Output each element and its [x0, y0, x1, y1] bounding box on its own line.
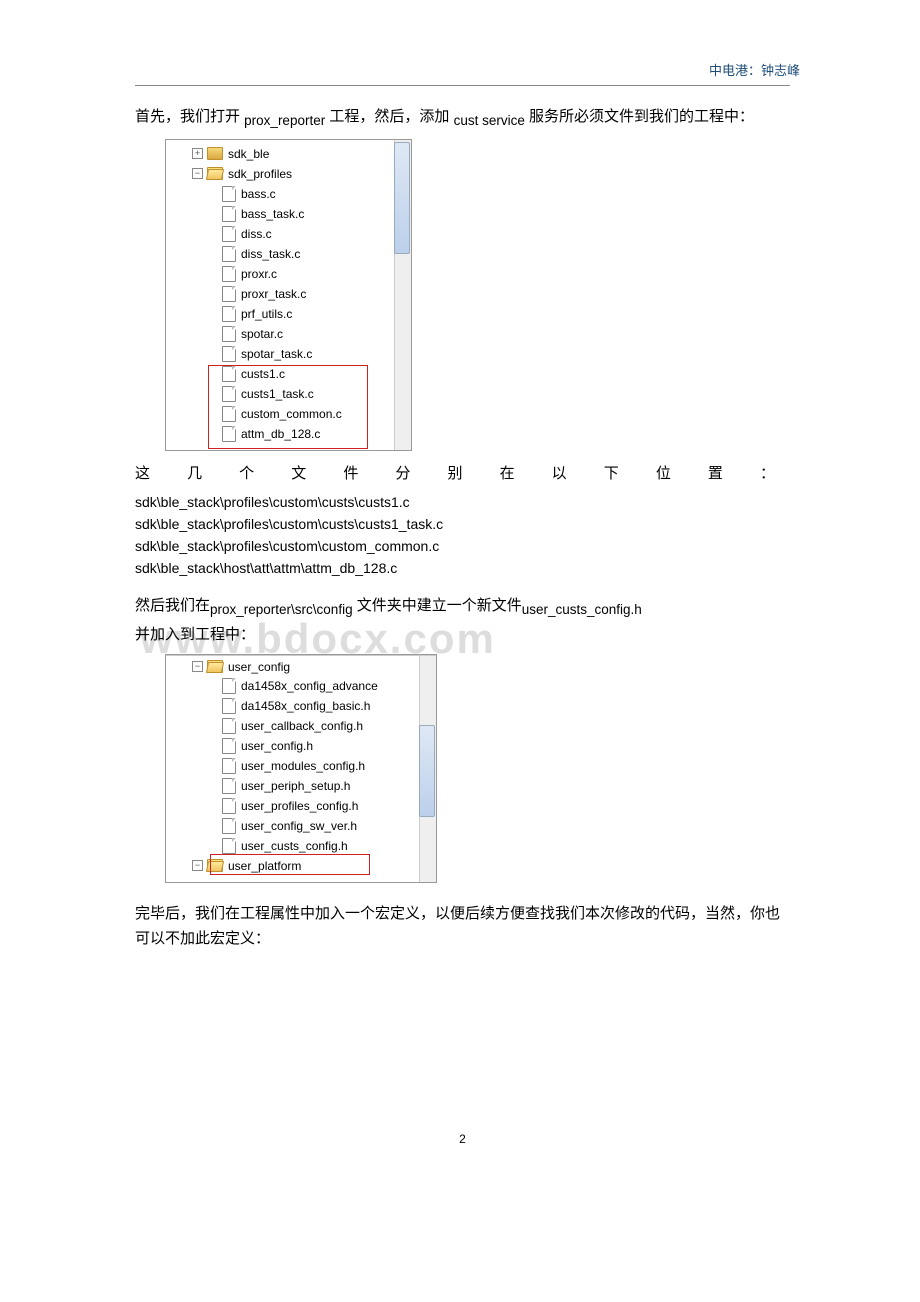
folder-open-icon	[207, 660, 223, 673]
tree-file[interactable]: bass_task.c	[166, 204, 411, 224]
tree-file[interactable]: user_periph_setup.h	[166, 776, 436, 796]
file-icon	[222, 838, 236, 854]
tree-label: da1458x_config_basic.h	[241, 699, 370, 713]
text: 工程，然后，添加	[325, 108, 453, 125]
tree-label: spotar.c	[241, 327, 283, 341]
tree-label: user_modules_config.h	[241, 759, 365, 773]
collapse-icon[interactable]: −	[192, 661, 203, 672]
tree-label: user_callback_config.h	[241, 719, 363, 733]
file-icon	[222, 266, 236, 282]
file-icon	[222, 718, 236, 734]
tree-label: da1458x_config_advance	[241, 679, 378, 693]
file-icon	[222, 818, 236, 834]
file-icon	[222, 306, 236, 322]
file-icon	[222, 286, 236, 302]
file-paths: sdk\ble_stack\profiles\custom\custs\cust…	[135, 492, 790, 579]
tree-label: sdk_profiles	[228, 167, 292, 181]
tree-label: bass_task.c	[241, 207, 304, 221]
tree-label: user_config	[228, 660, 290, 674]
path-line: sdk\ble_stack\profiles\custom\custs\cust…	[135, 492, 790, 514]
tree-label: prf_utils.c	[241, 307, 292, 321]
expand-icon[interactable]: +	[192, 148, 203, 159]
file-icon	[222, 246, 236, 262]
folder-open-icon	[207, 167, 223, 180]
tree-label: bass.c	[241, 187, 276, 201]
tree-label: diss_task.c	[241, 247, 300, 261]
tree-file[interactable]: user_config_sw_ver.h	[166, 816, 436, 836]
file-icon	[222, 798, 236, 814]
highlight-box	[208, 365, 368, 449]
tree-label: sdk_ble	[228, 147, 269, 161]
text: user_custs_config.h	[522, 602, 642, 617]
file-icon	[222, 698, 236, 714]
tree-file[interactable]: proxr_task.c	[166, 284, 411, 304]
tree-folder-sdk-ble[interactable]: + sdk_ble	[166, 144, 411, 164]
highlight-box	[210, 854, 370, 875]
tree-file[interactable]: user_config.h	[166, 736, 436, 756]
tree-file[interactable]: da1458x_config_advance	[166, 676, 436, 696]
tree-label: user_custs_config.h	[241, 839, 348, 853]
page-number: 2	[135, 1132, 790, 1146]
tree-label: user_config.h	[241, 739, 313, 753]
tree-label: diss.c	[241, 227, 272, 241]
file-icon	[222, 778, 236, 794]
text: cust service	[454, 113, 525, 128]
text: 首先，我们打开	[135, 108, 244, 125]
collapse-icon[interactable]: −	[192, 860, 203, 871]
header-rule	[135, 85, 790, 86]
paragraph-1: 首先，我们打开 prox_reporter 工程，然后，添加 cust serv…	[135, 104, 790, 133]
file-icon	[222, 738, 236, 754]
tree-file[interactable]: user_callback_config.h	[166, 716, 436, 736]
tree-label: user_periph_setup.h	[241, 779, 350, 793]
tree-label: proxr_task.c	[241, 287, 306, 301]
tree-file[interactable]: bass.c	[166, 184, 411, 204]
file-icon	[222, 758, 236, 774]
path-line: sdk\ble_stack\profiles\custom\custom_com…	[135, 536, 790, 558]
text: 然后我们在	[135, 597, 210, 614]
text: prox_reporter\src\config	[210, 602, 353, 617]
text: prox_reporter	[244, 113, 325, 128]
tree-label: user_profiles_config.h	[241, 799, 358, 813]
file-icon	[222, 206, 236, 222]
folder-icon	[207, 147, 223, 160]
tree-file[interactable]: spotar_task.c	[166, 344, 411, 364]
tree-file[interactable]: da1458x_config_basic.h	[166, 696, 436, 716]
tree-label: user_config_sw_ver.h	[241, 819, 357, 833]
tree-folder-user-config[interactable]: − user_config	[166, 655, 436, 676]
tree-file[interactable]: spotar.c	[166, 324, 411, 344]
tree-label: proxr.c	[241, 267, 277, 281]
collapse-icon[interactable]: −	[192, 168, 203, 179]
tree-file[interactable]: diss_task.c	[166, 244, 411, 264]
tree-file[interactable]: user_custs_config.h	[166, 836, 436, 856]
tree-file[interactable]: diss.c	[166, 224, 411, 244]
tree-file[interactable]: user_modules_config.h	[166, 756, 436, 776]
text: 并加入到工程中：	[135, 626, 255, 643]
text: 服务所必须文件到我们的工程中：	[525, 108, 754, 125]
paragraph-3: 然后我们在prox_reporter\src\config 文件夹中建立一个新文…	[135, 593, 790, 647]
paragraph-4: 完毕后，我们在工程属性中加入一个宏定义，以便后续方便查找我们本次修改的代码，当然…	[135, 901, 790, 952]
tree-file[interactable]: user_profiles_config.h	[166, 796, 436, 816]
tree-label: spotar_task.c	[241, 347, 312, 361]
tree-folder-sdk-profiles[interactable]: − sdk_profiles	[166, 164, 411, 184]
tree-file[interactable]: prf_utils.c	[166, 304, 411, 324]
file-icon	[222, 186, 236, 202]
file-icon	[222, 226, 236, 242]
path-line: sdk\ble_stack\profiles\custom\custs\cust…	[135, 514, 790, 536]
file-icon	[222, 678, 236, 694]
file-icon	[222, 346, 236, 362]
text: 文件夹中建立一个新文件	[353, 597, 522, 614]
paragraph-2: 这 几 个 文 件 分 别 在 以 下 位 置 ：	[135, 461, 775, 487]
file-icon	[222, 326, 236, 342]
path-line: sdk\ble_stack\host\att\attm\attm_db_128.…	[135, 558, 790, 580]
file-tree-2: − user_config da1458x_config_advance da14…	[165, 654, 437, 883]
page-header-right: 中电港：钟志峰	[709, 60, 800, 79]
file-tree-1: + sdk_ble − sdk_profiles bass.c bass_task.…	[165, 139, 412, 451]
tree-file[interactable]: proxr.c	[166, 264, 411, 284]
